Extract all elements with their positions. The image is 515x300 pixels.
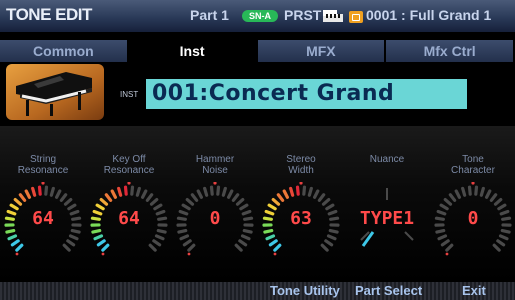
- parameter-knobs: String Resonance 64 Key Off Resonance 64 Ham…: [0, 126, 515, 282]
- knob-label: Nuance: [369, 154, 405, 165]
- piano-icon: [323, 10, 343, 22]
- knob-value: 64: [118, 208, 140, 229]
- instrument-name: 001:Concert Grand: [152, 81, 395, 106]
- tab-bar: Common Inst MFX Mfx Ctrl: [0, 40, 515, 62]
- instrument-row: INST 001:Concert Grand: [0, 62, 515, 124]
- current-tone-name: 0001 : Full Grand 1: [366, 7, 492, 23]
- knob-value: 0: [467, 208, 479, 229]
- preset-indicator: PRST: [284, 7, 322, 23]
- knob-value: TYPE1: [359, 208, 415, 229]
- tab-common[interactable]: Common: [0, 40, 129, 62]
- knob-3[interactable]: Stereo Width 63: [258, 126, 344, 266]
- tone-edit-screen: TONE EDIT Part 1 SN-A PRST 0001 : Full G…: [0, 0, 515, 300]
- knob-label: Tone Character: [451, 154, 495, 176]
- knob-1[interactable]: Key Off Resonance 64: [86, 126, 172, 266]
- knob-label: Hammer Noise: [195, 154, 235, 176]
- knob-2[interactable]: Hammer Noise 0: [172, 126, 258, 266]
- knob-4[interactable]: Nuance TYPE1: [344, 126, 430, 266]
- part-indicator: Part 1: [190, 7, 229, 23]
- screen-title: TONE EDIT: [6, 5, 92, 24]
- knob-label: Stereo Width: [286, 154, 316, 176]
- part-select-button[interactable]: Part Select: [355, 283, 422, 298]
- tone-utility-button[interactable]: Tone Utility: [270, 283, 340, 298]
- exit-button[interactable]: Exit: [462, 283, 486, 298]
- knob-label: String Resonance: [17, 154, 69, 176]
- knob-value: 63: [290, 208, 312, 229]
- sn-a-badge: SN-A: [242, 10, 278, 22]
- knob-5[interactable]: Tone Character 0: [430, 126, 515, 266]
- knob-0[interactable]: String Resonance 64: [0, 126, 86, 266]
- tab-mfx-ctrl[interactable]: Mfx Ctrl: [386, 40, 515, 62]
- knob-label: Key Off Resonance: [103, 154, 155, 176]
- knob-value: 0: [209, 208, 221, 229]
- grand-piano-image: [6, 64, 104, 120]
- instrument-select[interactable]: 001:Concert Grand: [146, 79, 467, 109]
- tab-mfx[interactable]: MFX: [257, 40, 387, 62]
- function-bar: Tone Utility Part Select Exit: [0, 282, 515, 300]
- folder-icon: [349, 11, 363, 23]
- tab-inst[interactable]: Inst: [128, 40, 258, 62]
- title-bar: TONE EDIT Part 1 SN-A PRST 0001 : Full G…: [0, 0, 515, 32]
- inst-tag: INST: [120, 90, 139, 99]
- knob-value: 64: [32, 208, 54, 229]
